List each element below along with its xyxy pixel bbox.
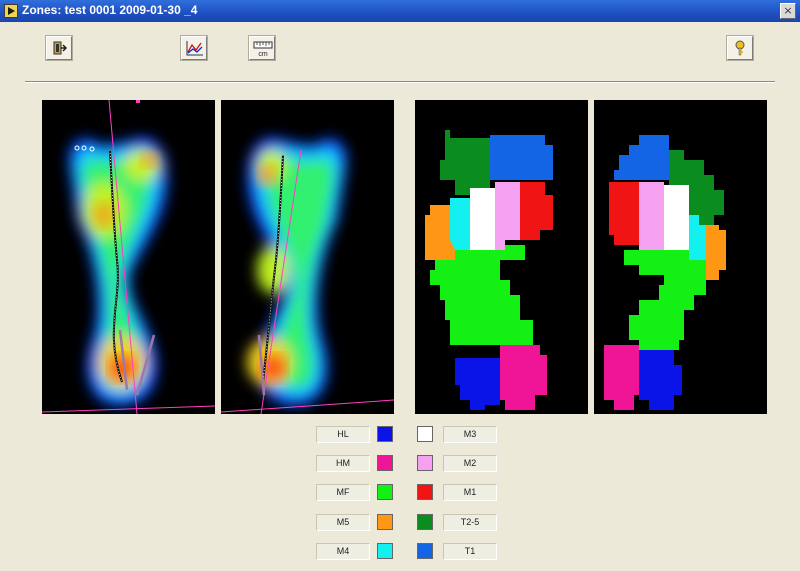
legend-swatch-t1 [417, 543, 433, 559]
toolbar-divider [25, 81, 775, 83]
title-bar: Zones: test 0001 2009-01-30 _4 × [0, 0, 800, 22]
legend-swatch-hm [377, 455, 393, 471]
legend-swatch-m3 [417, 426, 433, 442]
legend-swatch-t2-5 [417, 514, 433, 530]
legend-label-t2-5: T2-5 [443, 514, 497, 531]
legend-label-m2: M2 [443, 455, 497, 472]
right-foot-zones [604, 135, 726, 410]
right-foot-heatmap [221, 136, 394, 414]
legend-label-m1: M1 [443, 484, 497, 501]
right-foot-pressure-map[interactable] [221, 100, 394, 414]
exit-button[interactable] [45, 35, 73, 61]
left-foot-pressure-map[interactable] [42, 100, 215, 414]
legend-swatch-m2 [417, 455, 433, 471]
right-foot-zone-map[interactable] [594, 100, 767, 414]
help-key-icon [735, 40, 745, 56]
left-foot-zone-map[interactable] [415, 100, 588, 414]
help-button[interactable] [726, 35, 754, 61]
legend-label-hl: HL [316, 426, 370, 443]
line-graph-icon [186, 41, 203, 56]
legend-swatch-m5 [377, 514, 393, 530]
left-foot-heatmap [42, 100, 215, 414]
legend-swatch-hl [377, 426, 393, 442]
close-button[interactable]: × [780, 3, 796, 19]
legend-label-m4: M4 [316, 543, 370, 560]
legend-label-m3: M3 [443, 426, 497, 443]
legend-label-t1: T1 [443, 543, 497, 560]
window-title: Zones: test 0001 2009-01-30 _4 [22, 3, 198, 17]
exit-door-icon [53, 41, 68, 55]
ruler-icon: cm [253, 41, 273, 57]
legend-swatch-m1 [417, 484, 433, 500]
legend-swatch-mf [377, 484, 393, 500]
legend-swatch-m4 [377, 543, 393, 559]
graph-button[interactable] [180, 35, 208, 61]
legend-label-hm: HM [316, 455, 370, 472]
ruler-unit-label: cm [258, 51, 268, 57]
app-icon [4, 4, 18, 18]
legend-label-mf: MF [316, 484, 370, 501]
ruler-button[interactable]: cm [248, 35, 276, 61]
legend-label-m5: M5 [316, 514, 370, 531]
left-foot-zones [425, 130, 553, 410]
